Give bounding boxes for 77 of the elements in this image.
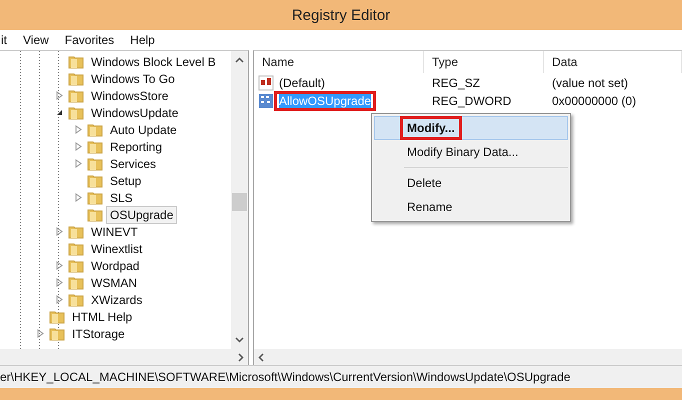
tree-item[interactable]: WindowsStore [87, 86, 172, 104]
tree-item[interactable]: HTML Help [68, 308, 136, 326]
scroll-up-icon[interactable] [235, 57, 244, 63]
value-name[interactable]: (Default) [274, 73, 330, 93]
folder-icon [68, 104, 84, 120]
context-menu-item[interactable]: Modify Binary Data... [374, 140, 568, 164]
menu-item[interactable]: Help [129, 33, 156, 47]
expand-arrow-icon[interactable] [74, 159, 83, 168]
folder-icon [68, 258, 84, 274]
column-header[interactable]: Data [544, 51, 682, 73]
tree-item[interactable]: WSMAN [87, 274, 141, 292]
expand-arrow-icon[interactable] [74, 142, 83, 151]
tree-item[interactable]: OSUpgrade [106, 206, 178, 224]
value-data: (value not set) [551, 76, 630, 90]
tree-item[interactable]: WindowsUpdate [87, 104, 182, 122]
vertical-scrollbar[interactable] [231, 51, 248, 349]
folder-icon [49, 308, 65, 324]
tree-item[interactable]: Wordpad [87, 256, 144, 274]
tree-item[interactable]: Services [106, 154, 160, 172]
tree-item[interactable]: WINEVT [87, 222, 142, 240]
expand-arrow-icon[interactable] [36, 329, 45, 338]
tree-item[interactable]: XWizards [87, 290, 146, 308]
menu-item-highlight: Modify... [400, 116, 462, 140]
value-data: 0x00000000 (0) [551, 94, 638, 108]
value-type: REG_DWORD [431, 94, 512, 108]
folder-icon [87, 206, 103, 222]
menu-item-highlight: Modify Binary Data... [406, 144, 520, 161]
menu-item-highlight: Delete [406, 175, 443, 192]
tree-item[interactable]: Windows To Go [87, 70, 179, 88]
folder-icon [68, 240, 84, 256]
menu-item[interactable]: Favorites [64, 33, 116, 47]
menu-item-highlight: Rename [406, 199, 454, 216]
registry-path: er\HKEY_LOCAL_MACHINE\SOFTWARE\Microsoft\Windows\CurrentVersion\WindowsUpdate\OSUpgrade [0, 370, 570, 384]
expand-arrow-icon[interactable] [55, 261, 64, 270]
value-type: REG_SZ [431, 76, 482, 90]
expand-arrow-icon[interactable] [55, 278, 64, 287]
scroll-thumb[interactable] [232, 193, 247, 211]
tree-item[interactable]: Winextlist [87, 240, 146, 258]
window-title: Registry Editor [292, 6, 390, 24]
collapse-arrow-icon[interactable] [55, 108, 64, 117]
scroll-right-icon[interactable] [238, 352, 244, 362]
scroll-left-icon[interactable] [258, 352, 264, 362]
expand-arrow-icon[interactable] [55, 295, 64, 304]
menu-item[interactable]: it [0, 33, 8, 47]
folder-icon [87, 122, 103, 138]
folder-icon [49, 326, 65, 342]
folder-icon [87, 138, 103, 154]
context-menu-item[interactable]: Modify... [374, 116, 568, 140]
string-value-icon [258, 75, 274, 91]
folder-icon [68, 88, 84, 104]
tree-item[interactable]: SLS [106, 188, 137, 206]
horizontal-scrollbar[interactable] [254, 349, 682, 365]
tree-item[interactable]: Windows Block Level B [87, 52, 220, 70]
tree-item[interactable]: Auto Update [106, 120, 181, 138]
column-header[interactable]: Name [254, 51, 424, 73]
context-menu-item[interactable]: Delete [374, 171, 568, 195]
expand-arrow-icon[interactable] [55, 227, 64, 236]
column-header[interactable]: Type [424, 51, 544, 73]
folder-icon [68, 292, 84, 308]
scroll-down-icon[interactable] [235, 337, 244, 343]
expand-arrow-icon[interactable] [55, 91, 64, 100]
context-menu-item[interactable]: Rename [374, 195, 568, 219]
horizontal-scrollbar[interactable] [0, 349, 248, 365]
folder-icon [87, 156, 103, 172]
folder-icon [68, 54, 84, 70]
folder-icon [87, 172, 103, 188]
tree-item[interactable]: Reporting [106, 138, 166, 156]
expand-arrow-icon[interactable] [74, 125, 83, 134]
tree-item[interactable]: ITStorage [68, 324, 129, 342]
folder-icon [87, 190, 103, 206]
tree-item[interactable]: Setup [106, 172, 146, 190]
folder-icon [68, 224, 84, 240]
expand-arrow-icon[interactable] [74, 193, 83, 202]
binary-value-icon [258, 93, 274, 109]
menu-item[interactable]: View [22, 33, 50, 47]
folder-icon [68, 274, 84, 290]
folder-icon [68, 70, 84, 86]
